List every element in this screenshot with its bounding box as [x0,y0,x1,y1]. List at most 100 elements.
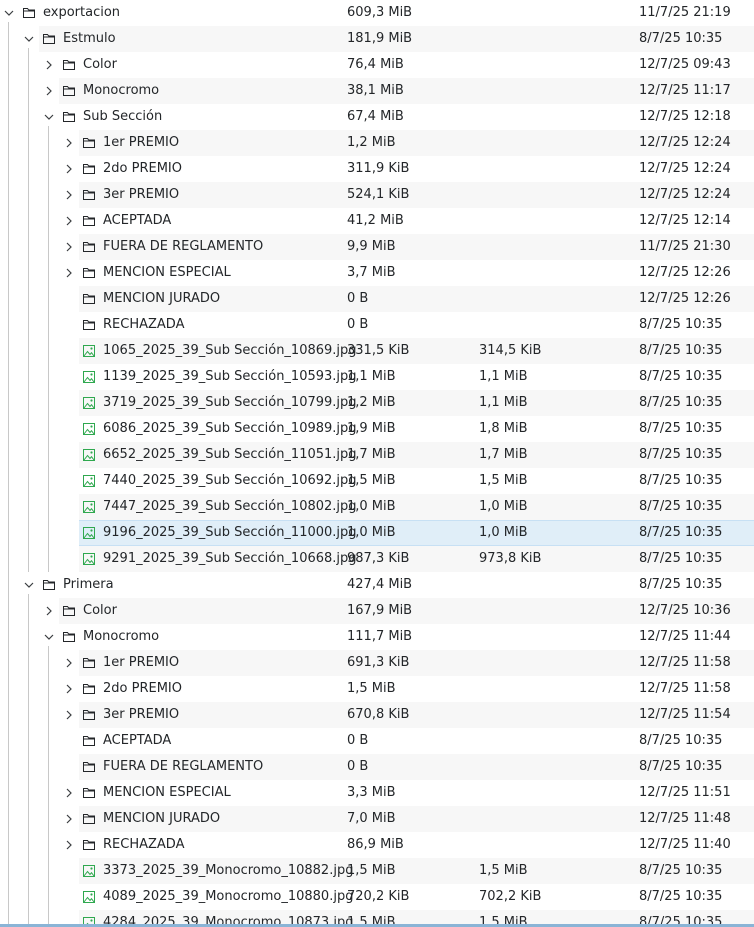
item-name: 6086_2025_39_Sub Sección_10989.jpg [103,421,357,436]
item-name: 1er PREMIO [103,655,180,670]
tree-row-folder[interactable]: MENCION ESPECIAL 3,7 MiB 12/7/25 12:26 [0,260,754,286]
tree-row-file[interactable]: 6652_2025_39_Sub Sección_11051.jpg 1,7 Mi… [0,442,754,468]
folder-icon [62,84,76,98]
tree-row-file[interactable]: 3373_2025_39_Monocromo_10882.jpg 1,5 MiB 1… [0,858,754,884]
tree-row-folder[interactable]: FUERA DE REGLAMENTO 9,9 MiB 11/7/25 21:30 [0,234,754,260]
item-name: 9291_2025_39_Sub Sección_10668.jpg [103,551,357,566]
tree-row-folder[interactable]: Color 76,4 MiB 12/7/25 09:43 [0,52,754,78]
item-name: 1er PREMIO [103,135,180,150]
item-modified-date: 12/7/25 10:36 [639,603,731,618]
chevron-right-icon[interactable] [64,709,74,721]
chevron-down-icon[interactable] [24,33,34,45]
tree-row-folder[interactable]: 3er PREMIO 670,8 KiB 12/7/25 11:54 [0,702,754,728]
item-modified-date: 8/7/25 10:35 [639,499,723,514]
item-size: 76,4 MiB [347,57,404,72]
tree-row-folder[interactable]: FUERA DE REGLAMENTO 0 B 8/7/25 10:35 [0,754,754,780]
chevron-down-icon[interactable] [44,111,54,123]
item-disk-usage: 1,0 MiB [479,499,528,514]
tree-row-file[interactable]: 4089_2025_39_Monocromo_10880.jpg 720,2 Ki… [0,884,754,910]
item-name: 3er PREMIO [103,187,180,202]
tree-row-folder[interactable]: RECHAZADA 86,9 MiB 12/7/25 11:40 [0,832,754,858]
item-size: 3,7 MiB [347,265,396,280]
chevron-right-icon[interactable] [64,163,74,175]
folder-icon [62,630,76,644]
chevron-right-icon[interactable] [64,215,74,227]
chevron-right-icon[interactable] [44,59,54,71]
tree-row-file[interactable]: 1065_2025_39_Sub Sección_10869.jpg 331,5 … [0,338,754,364]
chevron-down-icon[interactable] [24,579,34,591]
item-name: ACEPTADA [103,213,172,228]
chevron-down-icon[interactable] [4,7,14,19]
chevron-right-icon[interactable] [64,683,74,695]
item-name: 3er PREMIO [103,707,180,722]
item-size: 67,4 MiB [347,109,404,124]
tree-row-file[interactable]: 9291_2025_39_Sub Sección_10668.jpg 987,3 … [0,546,754,572]
item-size: 609,3 MiB [347,5,413,20]
chevron-right-icon[interactable] [64,813,74,825]
item-size: 0 B [347,733,369,748]
tree-row-folder[interactable]: exportacion 609,3 MiB 11/7/25 21:19 [0,0,754,26]
item-modified-date: 12/7/25 12:24 [639,187,731,202]
folder-icon [82,240,96,254]
tree-row-folder[interactable]: 1er PREMIO 691,3 KiB 12/7/25 11:58 [0,650,754,676]
item-name: Color [83,57,117,72]
chevron-right-icon[interactable] [64,137,74,149]
item-name: FUERA DE REGLAMENTO [103,239,264,254]
tree-row-file[interactable]: 6086_2025_39_Sub Sección_10989.jpg 1,9 Mi… [0,416,754,442]
file-tree-view[interactable]: exportacion 609,3 MiB 11/7/25 21:19 Estmulo… [0,0,754,927]
chevron-right-icon[interactable] [64,839,74,851]
item-modified-date: 12/7/25 12:26 [639,291,731,306]
item-modified-date: 8/7/25 10:35 [639,421,723,436]
tree-row-folder[interactable]: Primera 427,4 MiB 8/7/25 10:35 [0,572,754,598]
tree-row-folder[interactable]: Sub Sección 67,4 MiB 12/7/25 12:18 [0,104,754,130]
item-name: 1139_2025_39_Sub Sección_10593.jpg [103,369,357,384]
item-disk-usage: 1,1 MiB [479,369,528,384]
item-size: 7,0 MiB [347,811,396,826]
tree-row-folder[interactable]: Estmulo 181,9 MiB 8/7/25 10:35 [0,26,754,52]
tree-row-folder[interactable]: RECHAZADA 0 B 8/7/25 10:35 [0,312,754,338]
tree-row-folder[interactable]: ACEPTADA 0 B 8/7/25 10:35 [0,728,754,754]
chevron-right-icon[interactable] [44,85,54,97]
item-name: FUERA DE REGLAMENTO [103,759,264,774]
tree-row-folder[interactable]: Monocromo 111,7 MiB 12/7/25 11:44 [0,624,754,650]
item-size: 1,2 MiB [347,395,396,410]
tree-row-file[interactable]: 9196_2025_39_Sub Sección_11000.jpg 1,0 Mi… [0,520,754,546]
chevron-right-icon[interactable] [64,657,74,669]
item-name: exportacion [43,5,121,20]
chevron-right-icon[interactable] [44,605,54,617]
item-disk-usage: 702,2 KiB [479,889,542,904]
tree-row-folder[interactable]: Monocromo 38,1 MiB 12/7/25 11:17 [0,78,754,104]
image-file-icon [82,422,96,436]
tree-row-folder[interactable]: MENCION JURADO 0 B 12/7/25 12:26 [0,286,754,312]
item-modified-date: 8/7/25 10:35 [639,551,723,566]
folder-icon [22,6,36,20]
tree-row-folder[interactable]: Color 167,9 MiB 12/7/25 10:36 [0,598,754,624]
chevron-right-icon[interactable] [64,189,74,201]
tree-row-file[interactable]: 7447_2025_39_Sub Sección_10802.jpg 1,0 Mi… [0,494,754,520]
item-name: Monocromo [83,629,160,644]
tree-row-file[interactable]: 1139_2025_39_Sub Sección_10593.jpg 1,1 Mi… [0,364,754,390]
folder-icon [82,656,96,670]
item-modified-date: 8/7/25 10:35 [639,525,723,540]
item-size: 1,1 MiB [347,369,396,384]
item-modified-date: 12/7/25 12:24 [639,161,731,176]
item-size: 427,4 MiB [347,577,413,592]
tree-row-file[interactable]: 7440_2025_39_Sub Sección_10692.jpg 1,5 Mi… [0,468,754,494]
chevron-down-icon[interactable] [44,631,54,643]
image-file-icon [82,448,96,462]
tree-row-folder[interactable]: 3er PREMIO 524,1 KiB 12/7/25 12:24 [0,182,754,208]
image-file-icon [82,890,96,904]
tree-row-folder[interactable]: MENCION JURADO 7,0 MiB 12/7/25 11:48 [0,806,754,832]
chevron-right-icon[interactable] [64,787,74,799]
tree-row-folder[interactable]: 2do PREMIO 1,5 MiB 12/7/25 11:58 [0,676,754,702]
tree-row-folder[interactable]: ACEPTADA 41,2 MiB 12/7/25 12:14 [0,208,754,234]
chevron-right-icon[interactable] [64,267,74,279]
item-size: 9,9 MiB [347,239,396,254]
tree-row-file[interactable]: 3719_2025_39_Sub Sección_10799.jpg 1,2 Mi… [0,390,754,416]
item-modified-date: 8/7/25 10:35 [639,577,723,592]
tree-row-folder[interactable]: MENCION ESPECIAL 3,3 MiB 12/7/25 11:51 [0,780,754,806]
tree-row-folder[interactable]: 1er PREMIO 1,2 MiB 12/7/25 12:24 [0,130,754,156]
chevron-right-icon[interactable] [64,241,74,253]
tree-row-folder[interactable]: 2do PREMIO 311,9 KiB 12/7/25 12:24 [0,156,754,182]
item-name: ACEPTADA [103,733,172,748]
